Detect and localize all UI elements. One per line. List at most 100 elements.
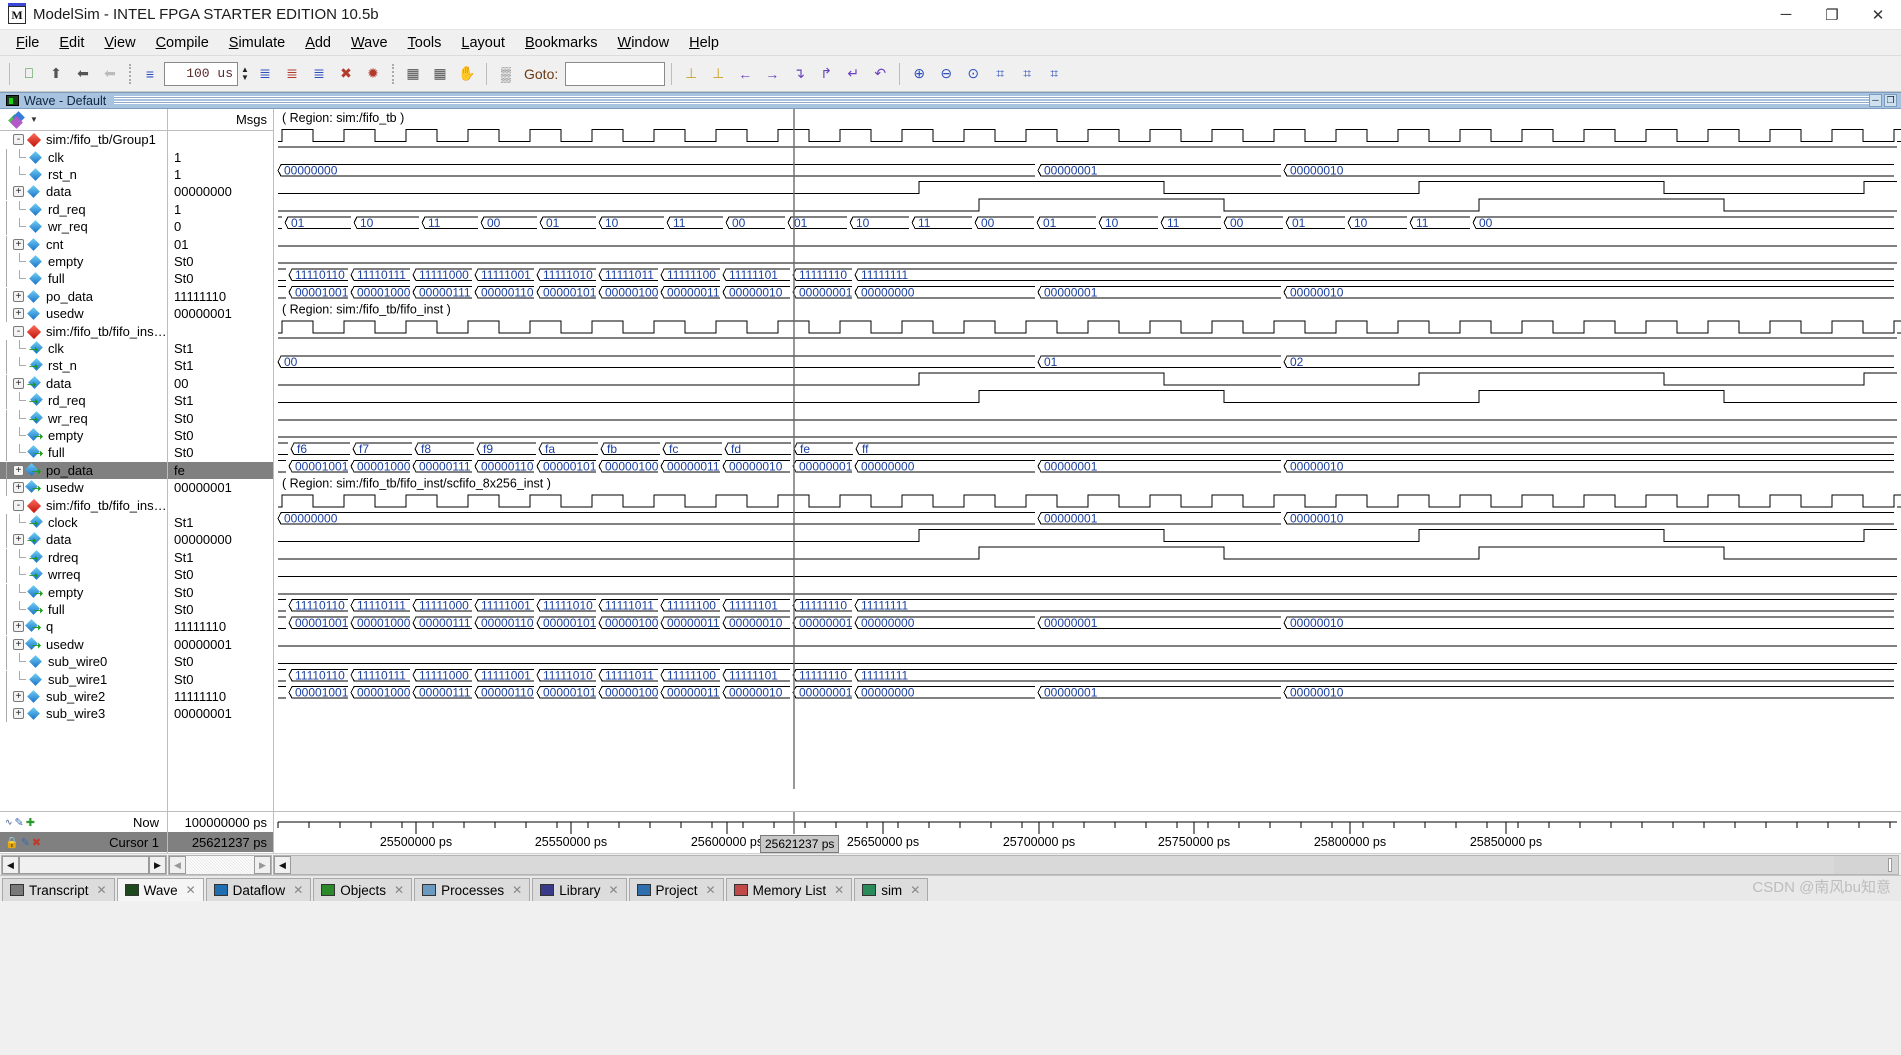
tab-close-icon[interactable]: ✕ [706,883,716,897]
signal-row-rd_req-15[interactable]: ➝ rd_req [0,392,167,410]
signal-row-rst_n-13[interactable]: ➝ rst_n [0,357,167,375]
tree-expand-toggle[interactable]: + [13,186,24,198]
menu-item-layout[interactable]: Layout [451,32,515,54]
names-hscrollbar[interactable]: ◀ ▶ [1,855,167,875]
menu-item-edit[interactable]: Edit [49,32,94,54]
tab-library[interactable]: Library ✕ [532,878,627,901]
delete-icon[interactable]: ✖ [333,61,359,87]
signal-row-po_data-9[interactable]: + po_data [0,287,167,305]
signal-row-po_data-19[interactable]: + ➝ po_data [0,461,167,479]
signal-row-simfifo_tbfifo_ins-11[interactable]: - sim:/fifo_tb/fifo_ins… [0,322,167,339]
signal-row-q-28[interactable]: + ➝ q [0,618,167,636]
signal-tree[interactable]: - sim:/fifo_tb/Group1 clk rst_n + data rd_req w… [0,131,167,811]
menu-item-wave[interactable]: Wave [341,32,398,54]
signal-row-sub_wire3-33[interactable]: + sub_wire3 [0,705,167,723]
tree-expand-toggle[interactable]: + [13,290,24,302]
signal-row-rd_req-4[interactable]: rd_req [0,200,167,218]
wave-scroll-track[interactable] [291,856,1898,874]
wave-compare-icon[interactable]: ▦ [400,61,426,87]
tree-collapse-toggle[interactable]: - [13,325,24,337]
signal-filter-icon[interactable] [8,110,28,129]
tree-collapse-toggle[interactable]: - [13,499,24,511]
zoom-stepper[interactable]: ▲ ▼ [239,62,251,86]
expand-left-icon[interactable]: ↵ [840,61,866,87]
signal-row-wr_req-16[interactable]: ➝ wr_req [0,409,167,427]
tab-close-icon[interactable]: ✕ [910,883,920,897]
zoom-range-input[interactable]: 100 us [164,61,238,86]
tab-transcript[interactable]: Transcript ✕ [2,878,115,901]
tree-expand-toggle[interactable]: + [13,482,24,494]
edge-prev-icon[interactable]: ← [732,61,758,87]
copy-icon[interactable]: ⎕ [16,61,42,87]
menu-item-add[interactable]: Add [295,32,341,54]
wave-compare2-icon[interactable]: ▦ [427,61,453,87]
hand-pan-icon[interactable]: ✋ [454,61,480,87]
tab-close-icon[interactable]: ✕ [608,883,618,897]
goto-grid-icon[interactable]: ▒ [493,61,519,87]
signal-row-sub_wire0-30[interactable]: sub_wire0 [0,653,167,671]
close-button[interactable]: ✕ [1855,0,1901,30]
tab-close-icon[interactable]: ✕ [512,883,522,897]
zoom-in-icon[interactable]: ⊕ [906,61,932,87]
wave-restore-button[interactable]: ❐ [1884,94,1897,107]
zoom-last-icon[interactable]: ⌗ [1041,61,1067,87]
tab-close-icon[interactable]: ✕ [186,883,196,897]
zoom-range-icon[interactable]: ⌗ [987,61,1013,87]
tree-expand-toggle[interactable]: + [13,708,24,720]
tab-close-icon[interactable]: ✕ [834,883,844,897]
signal-row-usedw-29[interactable]: + ➝ usedw [0,635,167,653]
signal-row-usedw-10[interactable]: + usedw [0,305,167,323]
minimize-button[interactable]: ─ [1763,0,1809,30]
signal-row-wrreq-25[interactable]: ➝ wrreq [0,566,167,584]
signal-row-data-3[interactable]: + data [0,183,167,201]
wave-minimize-button[interactable]: ─ [1869,94,1882,107]
menu-item-file[interactable]: File [6,32,49,54]
insert-cursor-icon[interactable]: ≡ [137,61,163,87]
up-arrow-icon[interactable]: ⬆ [43,61,69,87]
zoom-cursor-icon[interactable]: ⌗ [1014,61,1040,87]
chevron-down-icon[interactable]: ▼ [30,115,38,124]
signal-row-rdreq-24[interactable]: ➝ rdreq [0,548,167,566]
wave-hscrollbar[interactable]: ◀ [273,855,1899,875]
find-next-icon[interactable]: ≣ [306,61,332,87]
maximize-button[interactable]: ❐ [1809,0,1855,30]
signal-row-full-8[interactable]: full [0,270,167,288]
tab-memory-list[interactable]: Memory List ✕ [725,878,853,901]
values-scroll-left-icon[interactable]: ◀ [169,856,186,874]
menu-item-help[interactable]: Help [679,32,729,54]
signal-row-full-27[interactable]: ➝ full [0,600,167,618]
tree-expand-toggle[interactable]: + [13,621,24,633]
add-cursor-icon[interactable]: ⊥ [678,61,704,87]
remove-cursor-icon[interactable]: ⊥ [705,61,731,87]
tree-expand-toggle[interactable]: + [13,377,24,389]
signal-row-sub_wire2-32[interactable]: + sub_wire2 [0,687,167,705]
signal-row-usedw-20[interactable]: + ➝ usedw [0,479,167,497]
tree-expand-toggle[interactable]: + [13,238,24,250]
lock-icon[interactable]: 🔒 [5,836,19,849]
tree-expand-toggle[interactable]: + [13,690,24,702]
menu-item-simulate[interactable]: Simulate [219,32,295,54]
signal-row-data-23[interactable]: + ➝ data [0,531,167,549]
delete-cursor-icon[interactable]: ✖ [32,836,41,849]
add-cursor-green-icon[interactable]: ✚ [26,816,35,829]
menu-item-view[interactable]: View [94,32,145,54]
wave-window-grip[interactable] [114,96,1869,105]
menu-item-window[interactable]: Window [608,32,680,54]
values-scroll-track[interactable] [186,856,254,874]
find-first-icon[interactable]: ≣ [252,61,278,87]
signal-row-clk-12[interactable]: ➝ clk [0,339,167,357]
signal-row-clock-22[interactable]: ➝ clock [0,513,167,531]
menu-item-bookmarks[interactable]: Bookmarks [515,32,608,54]
find-falling-icon[interactable]: ↴ [786,61,812,87]
waveform-canvas[interactable]: ( Region: sim:/fifo_tb ) ( Region: sim:/f… [274,109,1901,811]
signal-row-wr_req-5[interactable]: wr_req [0,218,167,236]
edge-next-icon[interactable]: → [759,61,785,87]
signal-row-clk-1[interactable]: clk [0,148,167,166]
signal-row-simfifo_tbgroup1-0[interactable]: - sim:/fifo_tb/Group1 [0,131,167,148]
signal-row-empty-7[interactable]: empty [0,252,167,270]
time-ruler[interactable]: 25500000 ps 25550000 ps 25600000 ps 2565000… [274,812,1901,853]
tab-objects[interactable]: Objects ✕ [313,878,413,901]
signal-row-empty-26[interactable]: ➝ empty [0,583,167,601]
zoom-out-icon[interactable]: ⊖ [933,61,959,87]
tab-processes[interactable]: Processes ✕ [414,878,531,901]
